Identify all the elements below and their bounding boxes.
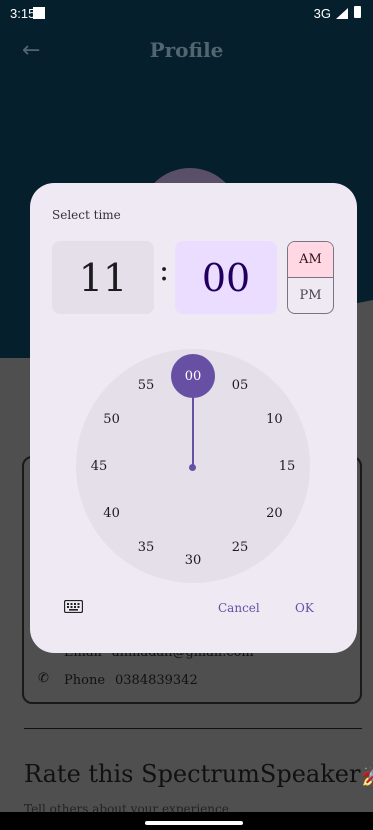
- time-picker-dialog: Select time 11 : 00 AM PM 00 05 10 15 20 25 3…: [30, 183, 357, 653]
- ok-button[interactable]: OK: [295, 601, 314, 615]
- cancel-button[interactable]: Cancel: [218, 601, 260, 615]
- page-title: Profile: [149, 38, 224, 62]
- status-bar: 3:15 3G: [0, 0, 373, 28]
- dial-number-05[interactable]: 05: [225, 378, 255, 393]
- phone-value: 0384839342: [115, 673, 198, 688]
- dial-number-25[interactable]: 25: [225, 540, 255, 555]
- phone-row: Phone 0384839342: [38, 673, 198, 688]
- dial-number-55[interactable]: 55: [131, 378, 161, 393]
- hour-input[interactable]: 11: [52, 241, 154, 314]
- dial-number-20[interactable]: 20: [259, 506, 289, 521]
- battery-icon: [354, 6, 361, 18]
- rate-title: Rate this SpectrumSpeaker🚀: [24, 760, 373, 788]
- selected-minute[interactable]: 00: [171, 354, 215, 398]
- dial-number-40[interactable]: 40: [97, 506, 127, 521]
- clock-hand: [192, 392, 194, 468]
- notification-icon: [33, 7, 45, 19]
- period-selector: AM PM: [287, 241, 334, 314]
- clock-center: [189, 464, 196, 471]
- dial-number-30[interactable]: 30: [178, 553, 208, 568]
- network-type: 3G: [313, 6, 331, 21]
- pm-toggle[interactable]: PM: [288, 278, 333, 313]
- status-time: 3:15: [10, 6, 36, 21]
- minute-input[interactable]: 00: [175, 241, 277, 314]
- divider: [24, 728, 362, 729]
- dial-number-50[interactable]: 50: [97, 412, 127, 427]
- dial-number-45[interactable]: 45: [84, 459, 114, 474]
- dial-number-10[interactable]: 10: [259, 412, 289, 427]
- dialog-title: Select time: [52, 208, 121, 222]
- phone-label: Phone: [64, 673, 106, 688]
- keyboard-icon[interactable]: [64, 600, 83, 613]
- signal-icon: [336, 8, 348, 19]
- dial-number-35[interactable]: 35: [131, 540, 161, 555]
- am-toggle[interactable]: AM: [288, 242, 333, 278]
- home-gesture-handle[interactable]: [145, 821, 243, 825]
- dial-number-15[interactable]: 15: [272, 459, 302, 474]
- time-separator: :: [159, 253, 170, 288]
